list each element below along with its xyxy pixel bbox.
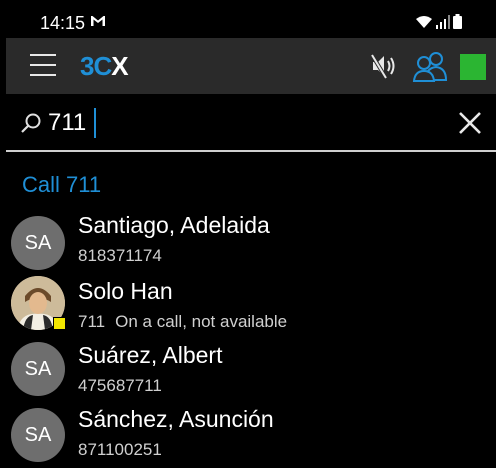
wifi-icon	[416, 16, 432, 28]
status-bar: 14:15	[0, 0, 496, 38]
contact-item[interactable]: SA Santiago, Adelaida 818371174	[6, 208, 496, 274]
contact-item[interactable]: SA Suárez, Albert 475687711	[6, 340, 496, 406]
avatar	[11, 276, 66, 330]
search-icon	[21, 113, 41, 133]
contact-number: 871100251	[78, 440, 162, 460]
phone-screen: 14:15 3C X 711 Call 711 SA Santiago, Ade…	[0, 0, 496, 468]
avatar: SA	[11, 342, 65, 396]
app-bar: 3C X	[6, 38, 496, 94]
contact-name: Santiago, Adelaida	[78, 212, 270, 238]
call-number-action[interactable]: Call 711	[22, 172, 101, 198]
contact-number-text: 818371174	[78, 246, 162, 265]
contact-name: Sánchez, Asunción	[78, 406, 274, 432]
search-input[interactable]	[48, 104, 428, 142]
contact-number-text: 711	[78, 312, 106, 331]
search-bar	[6, 94, 496, 152]
signal-icon	[436, 15, 450, 29]
3cx-logo: 3C X	[80, 49, 129, 83]
contact-status: On a call, not available	[115, 312, 288, 331]
contact-number: 711 On a call, not available	[78, 312, 287, 332]
text-caret	[94, 108, 96, 138]
contact-number: 818371174	[78, 246, 162, 266]
avatar: SA	[11, 216, 65, 270]
presence-status-button[interactable]	[460, 54, 486, 80]
logo-text: 3C	[80, 50, 112, 81]
speaker-muted-icon[interactable]	[370, 52, 398, 80]
status-time: 14:15	[40, 13, 86, 33]
contact-number-text: 871100251	[78, 440, 162, 459]
contact-name: Solo Han	[78, 278, 173, 304]
contact-name: Suárez, Albert	[78, 342, 223, 368]
contact-item[interactable]: SA Sánchez, Asunción 871100251	[6, 404, 496, 468]
battery-icon	[453, 14, 462, 29]
close-icon[interactable]	[458, 111, 482, 135]
queue-agents-icon[interactable]	[412, 50, 448, 82]
contact-number-text: 475687711	[78, 376, 162, 395]
gmail-icon	[91, 16, 105, 26]
status-icons	[415, 14, 462, 29]
presence-indicator	[53, 317, 66, 330]
contact-number: 475687711	[78, 376, 162, 396]
contact-item[interactable]: Solo Han 711 On a call, not available	[6, 274, 496, 340]
hamburger-menu-icon[interactable]	[30, 54, 56, 76]
logo-x: X	[111, 50, 128, 81]
avatar: SA	[11, 408, 65, 462]
